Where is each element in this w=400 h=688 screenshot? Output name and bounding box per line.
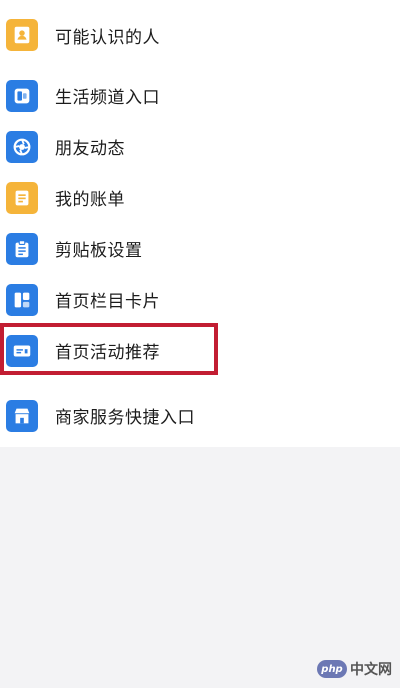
menu-item-friend-moments[interactable]: 朋友动态 (0, 121, 400, 172)
store-icon (6, 399, 38, 432)
menu-item-label: 商家服务快捷入口 (55, 408, 195, 428)
watermark-logo: php (317, 660, 347, 678)
menu-item-label: 首页活动推荐 (55, 343, 160, 363)
menu-item-life-channel[interactable]: 生活频道入口 (0, 70, 400, 121)
menu-item-label: 生活频道入口 (55, 88, 160, 108)
contact-card-icon (6, 19, 38, 51)
menu-item-home-activity-recommend[interactable]: 首页活动推荐 (0, 325, 400, 376)
menu-item-label: 朋友动态 (55, 139, 125, 159)
watermark-text: 中文网 (350, 662, 392, 678)
menu-item-label: 首页栏目卡片 (55, 292, 160, 312)
settings-menu-list: 可能认识的人 生活频道入口 朋友动态 我的账单 剪贴板设置 首页栏目卡片 首页活… (0, 0, 400, 447)
menu-item-label: 我的账单 (55, 190, 125, 210)
camera-aperture-icon (6, 130, 38, 163)
bill-icon (6, 181, 38, 214)
activity-card-icon (6, 334, 38, 367)
menu-item-label: 可能认识的人 (55, 27, 160, 48)
menu-item-label: 剪贴板设置 (55, 241, 143, 261)
watermark: php 中文网 (317, 658, 392, 680)
menu-item-my-bills[interactable]: 我的账单 (0, 172, 400, 223)
life-channel-icon (6, 79, 38, 112)
menu-item-clipboard-settings[interactable]: 剪贴板设置 (0, 223, 400, 274)
menu-item-possible-contacts[interactable]: 可能认识的人 (0, 0, 400, 70)
menu-item-home-column-card[interactable]: 首页栏目卡片 (0, 274, 400, 325)
column-card-icon (6, 283, 38, 316)
menu-item-merchant-service-shortcut[interactable]: 商家服务快捷入口 (0, 384, 400, 447)
clipboard-icon (6, 232, 38, 265)
